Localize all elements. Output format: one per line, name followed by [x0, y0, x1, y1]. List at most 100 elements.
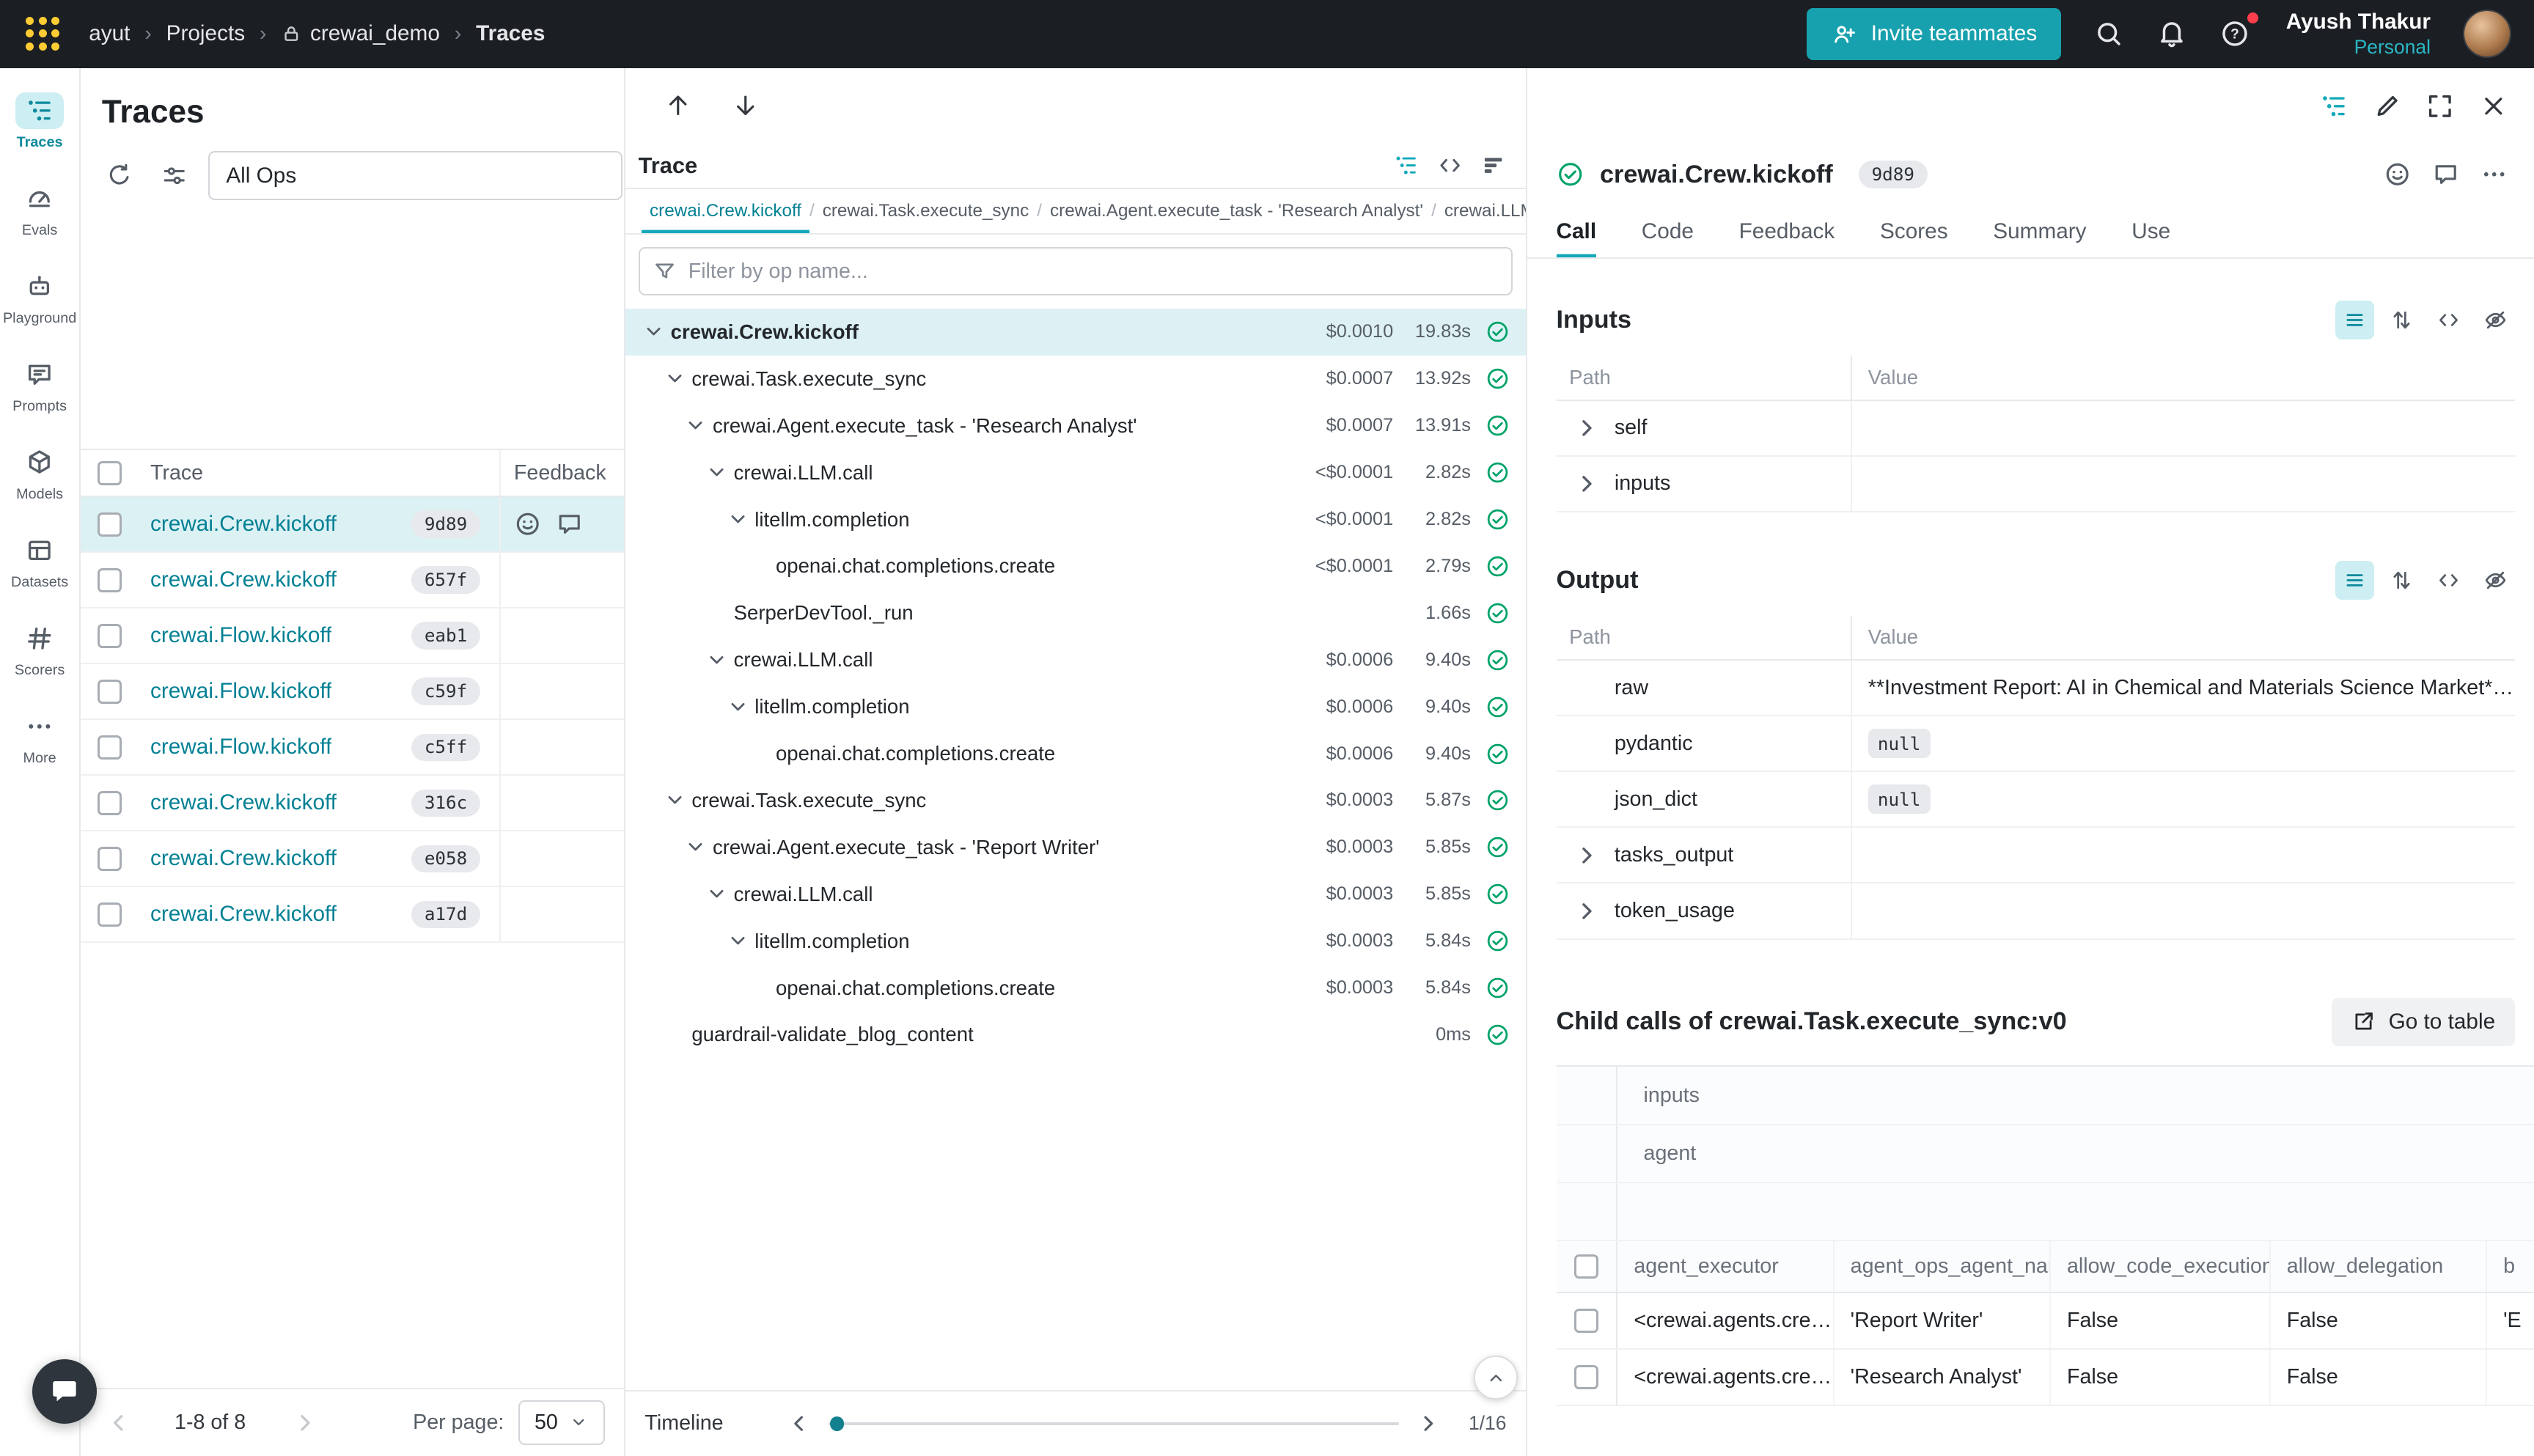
expand-chevron-icon[interactable]	[1573, 413, 1602, 443]
sidebar-item-evals[interactable]: Evals	[1, 172, 78, 247]
go-to-table-button[interactable]: Go to table	[2332, 998, 2514, 1046]
tab-feedback[interactable]: Feedback	[1739, 219, 1835, 257]
sidebar-item-prompts[interactable]: Prompts	[1, 348, 78, 422]
expand-all-button[interactable]	[2382, 301, 2421, 339]
trace-link[interactable]: crewai.Flow.kickoff	[150, 623, 331, 648]
child-call-row[interactable]: <crewai.agents.cre…'Research Analyst'Fal…	[1557, 1350, 2534, 1406]
hide-values-button[interactable]	[2476, 561, 2515, 600]
trace-tree-row[interactable]: openai.chat.completions.create<$0.00012.…	[625, 543, 1526, 589]
trace-tree-row[interactable]: litellm.completion<$0.00012.82s	[625, 496, 1526, 543]
breadcrumb-entity[interactable]: ayut	[89, 21, 130, 46]
timeline-prev-icon[interactable]	[785, 1410, 812, 1437]
row-checkbox[interactable]	[98, 512, 122, 537]
collapse-chevron-icon[interactable]	[705, 648, 729, 672]
collapse-chevron-icon[interactable]	[683, 413, 708, 438]
collapse-chevron-icon[interactable]	[705, 460, 729, 485]
trace-tree-row[interactable]: crewai.Crew.kickoff$0.001019.83s	[625, 309, 1526, 356]
row-checkbox[interactable]	[98, 624, 122, 648]
sidebar-item-more[interactable]: More	[1, 699, 78, 774]
trace-link[interactable]: crewai.Crew.kickoff	[150, 846, 337, 871]
tab-code[interactable]: Code	[1642, 219, 1694, 257]
expand-all-button[interactable]	[2382, 561, 2421, 600]
trace-link[interactable]: crewai.Crew.kickoff	[150, 790, 337, 815]
row-checkbox[interactable]	[98, 791, 122, 815]
code-view-icon[interactable]	[1437, 152, 1463, 178]
list-view-button[interactable]	[2335, 301, 2374, 339]
trace-link[interactable]: crewai.Crew.kickoff	[150, 902, 337, 927]
user-avatar[interactable]	[2463, 10, 2511, 58]
op-filter-box[interactable]	[639, 247, 1513, 295]
row-checkbox[interactable]	[98, 847, 122, 871]
user-block[interactable]: Ayush Thakur Personal	[2286, 8, 2431, 59]
invite-teammates-button[interactable]: Invite teammates	[1807, 8, 2062, 60]
trace-link[interactable]: crewai.Crew.kickoff	[150, 567, 337, 592]
trace-tree-row[interactable]: openai.chat.completions.create$0.00035.8…	[625, 965, 1526, 1012]
emoji-feedback-icon[interactable]	[514, 510, 541, 537]
collapse-chevron-icon[interactable]	[642, 320, 666, 344]
trace-tree-row[interactable]: litellm.completion$0.00035.84s	[625, 918, 1526, 965]
close-icon[interactable]	[2479, 92, 2508, 121]
collapse-chevron-icon[interactable]	[683, 835, 708, 859]
previous-call-button[interactable]	[658, 85, 699, 127]
prev-page-icon[interactable]	[103, 1408, 133, 1438]
trace-list-row[interactable]: crewai.Crew.kickoffe058	[81, 831, 624, 887]
chat-widget-button[interactable]	[32, 1359, 97, 1424]
trace-link[interactable]: crewai.Flow.kickoff	[150, 735, 331, 760]
next-page-icon[interactable]	[291, 1408, 320, 1438]
tab-use[interactable]: Use	[2131, 219, 2170, 257]
search-icon[interactable]	[2093, 18, 2124, 49]
row-checkbox[interactable]	[98, 568, 122, 592]
collapse-chevron-icon[interactable]	[726, 507, 750, 532]
filter-settings-button[interactable]	[153, 155, 195, 196]
column-header[interactable]: agent_executor	[1617, 1241, 1834, 1292]
trace-path-tab[interactable]: crewai.Task.execute_sync	[815, 189, 1038, 233]
trace-path-tab[interactable]: crewai.Agent.execute_task - 'Research An…	[1042, 189, 1431, 233]
trace-tree-row[interactable]: guardrail-validate_blog_content0ms	[625, 1012, 1526, 1059]
child-call-row[interactable]: <crewai.agents.cre…'Report Writer'FalseF…	[1557, 1293, 2534, 1350]
trace-tree-row[interactable]: crewai.LLM.call<$0.00012.82s	[625, 449, 1526, 496]
row-checkbox[interactable]	[1574, 1309, 1598, 1333]
trace-tree-row[interactable]: crewai.Task.execute_sync$0.00035.87s	[625, 777, 1526, 824]
breadcrumb-project-link[interactable]: crewai_demo	[310, 21, 440, 46]
trace-link[interactable]: crewai.Flow.kickoff	[150, 679, 331, 704]
collapse-chevron-icon[interactable]	[663, 788, 687, 812]
expand-chevron-icon[interactable]	[1573, 897, 1602, 926]
fullscreen-icon[interactable]	[2425, 92, 2455, 121]
tab-call[interactable]: Call	[1557, 219, 1597, 257]
sidebar-item-traces[interactable]: Traces	[1, 84, 78, 159]
collapse-chevron-icon[interactable]	[726, 695, 750, 719]
trace-tree-row[interactable]: crewai.Task.execute_sync$0.000713.92s	[625, 356, 1526, 402]
trace-tree-row[interactable]: crewai.Agent.execute_task - 'Research An…	[625, 402, 1526, 449]
timeline-slider-handle[interactable]	[830, 1416, 845, 1431]
column-header[interactable]: allow_code_execution	[2051, 1241, 2271, 1292]
breadcrumb-project[interactable]: crewai_demo	[281, 21, 440, 46]
code-view-button[interactable]	[2429, 301, 2468, 339]
split-view-icon[interactable]	[2319, 92, 2348, 121]
notifications-bell-icon[interactable]	[2156, 18, 2187, 49]
expand-chevron-icon[interactable]	[1573, 841, 1602, 870]
trace-column-header[interactable]: Trace	[139, 450, 500, 496]
edit-icon[interactable]	[2373, 92, 2402, 121]
op-filter-input[interactable]	[688, 260, 1499, 284]
hide-values-button[interactable]	[2476, 301, 2515, 339]
trace-path-tab[interactable]: crewai.LLM.cal	[1436, 189, 1526, 233]
wandb-logo[interactable]	[23, 14, 63, 54]
comment-feedback-icon[interactable]	[556, 510, 583, 537]
trace-list-row[interactable]: crewai.Flow.kickoffc59f	[81, 664, 624, 720]
trace-link[interactable]: crewai.Crew.kickoff	[150, 512, 337, 537]
column-header[interactable]: allow_delegation	[2271, 1241, 2487, 1292]
sidebar-item-datasets[interactable]: Datasets	[1, 523, 78, 598]
trace-tree-row[interactable]: crewai.LLM.call$0.00069.40s	[625, 636, 1526, 683]
column-header[interactable]: b	[2487, 1241, 2534, 1292]
trace-tree-row[interactable]: crewai.LLM.call$0.00035.85s	[625, 871, 1526, 918]
trace-list-row[interactable]: crewai.Crew.kickoff9d89	[81, 497, 624, 553]
code-view-button[interactable]	[2429, 561, 2468, 600]
per-page-select[interactable]: 50	[518, 1400, 604, 1446]
help-icon[interactable]: ?	[2219, 18, 2250, 49]
column-header[interactable]: agent_ops_agent_nan	[1835, 1241, 2051, 1292]
ops-filter-select[interactable]: All Ops	[208, 151, 623, 199]
emoji-feedback-icon[interactable]	[2384, 161, 2411, 188]
row-checkbox[interactable]	[98, 735, 122, 760]
expand-chevron-icon[interactable]	[1573, 469, 1602, 499]
trace-list-row[interactable]: crewai.Flow.kickoffc5ff	[81, 720, 624, 776]
